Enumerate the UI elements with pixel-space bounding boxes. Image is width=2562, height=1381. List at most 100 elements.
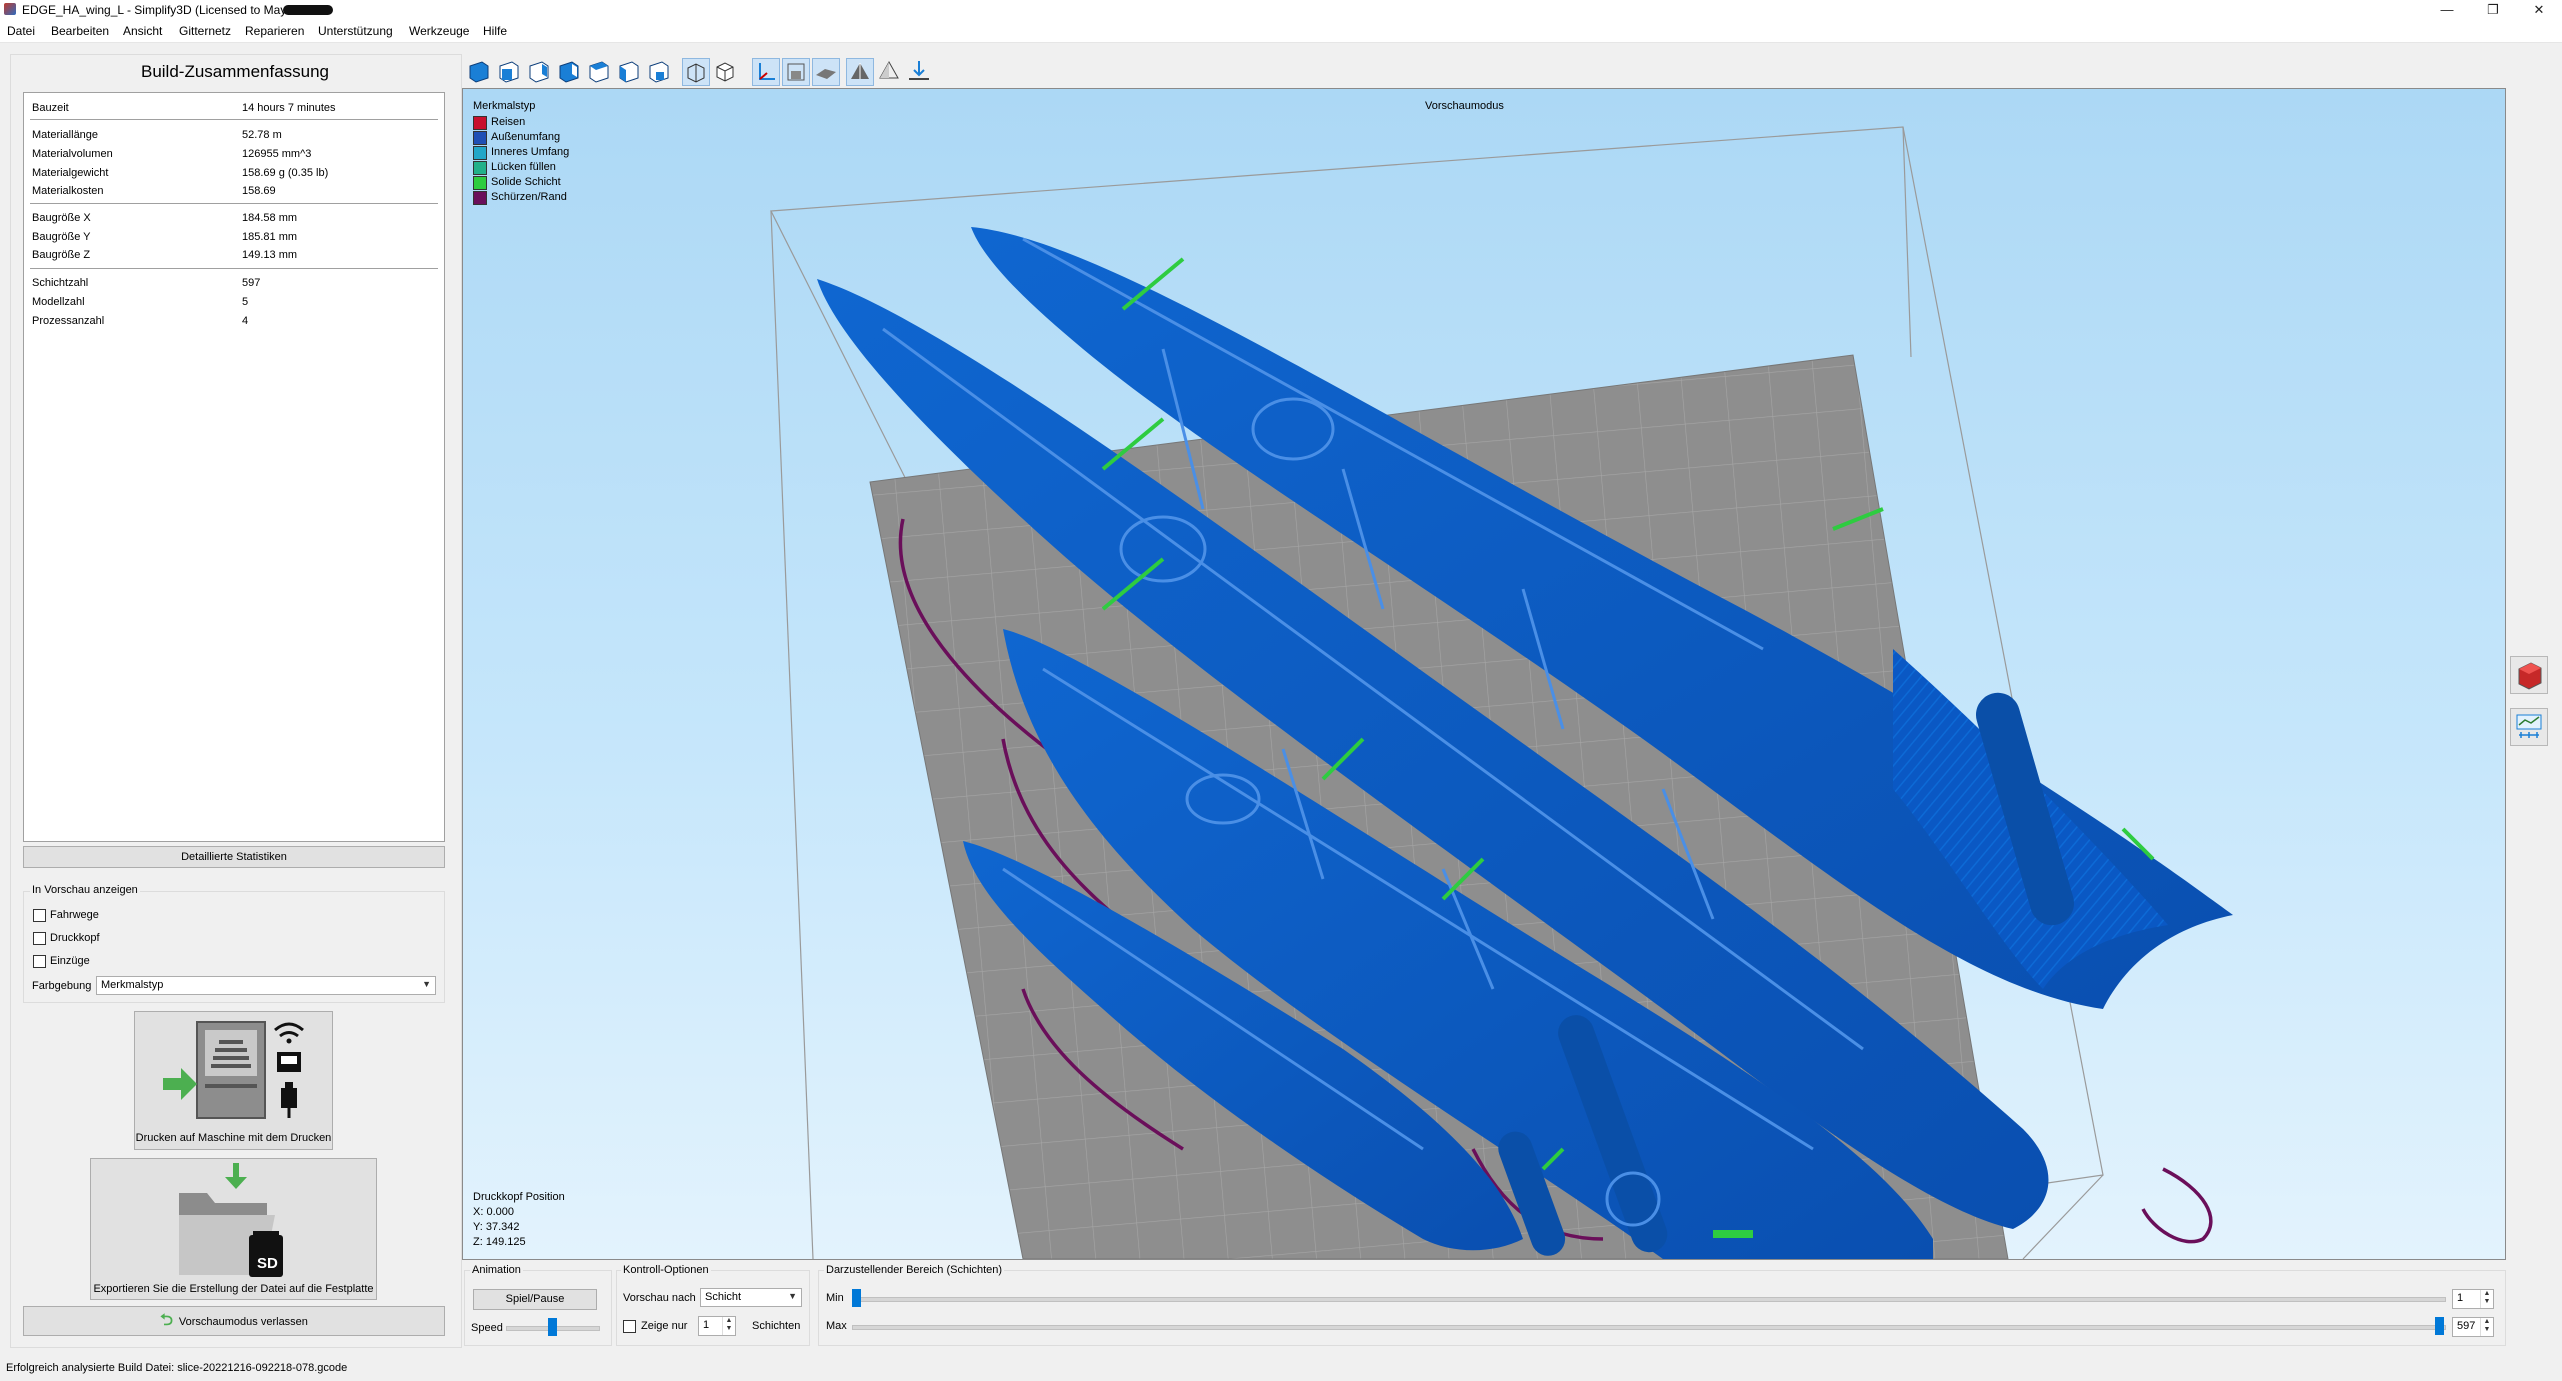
fahrwege-checkbox[interactable]: [33, 909, 46, 922]
build-volume-toggle[interactable]: [782, 58, 810, 86]
max-layer-spinner[interactable]: 597 ▲ ▼: [2452, 1317, 2494, 1337]
view-left-icon[interactable]: [556, 58, 582, 84]
stat-label: Materialvolumen: [32, 148, 113, 160]
view-right-icon[interactable]: [586, 58, 612, 84]
legend-item: Reisen: [491, 116, 526, 128]
sd-card-label: SD: [257, 1255, 278, 1272]
menu-hilfe[interactable]: Hilfe: [483, 24, 507, 38]
stat-value: 126955 mm^3: [242, 148, 312, 160]
status-bar: Erfolgreich analysierte Build Datei: sli…: [0, 1357, 2562, 1381]
simplify3d-logo-icon: [4, 3, 16, 15]
stat-value: 185.81 mm: [242, 231, 298, 243]
stat-value: 14 hours 7 minutes: [242, 102, 336, 114]
show-only-label: Zeige nur: [641, 1320, 688, 1332]
perspective-toggle[interactable]: [682, 58, 710, 86]
legend-swatch: [473, 146, 487, 160]
spinner-arrows-icon[interactable]: ▲ ▼: [722, 1317, 735, 1335]
head-position-z: Z: 149.125: [473, 1236, 526, 1248]
stat-label: Modellzahl: [32, 296, 85, 308]
print-on-machine-button[interactable]: Drucken auf Maschine mit dem Drucken: [134, 1011, 333, 1150]
divider: [30, 203, 438, 204]
cross-section-icon[interactable]: [876, 58, 902, 84]
menu-ansicht[interactable]: Ansicht: [123, 24, 162, 38]
speed-slider-thumb[interactable]: [548, 1318, 557, 1336]
menu-bearbeiten[interactable]: Bearbeiten: [51, 24, 109, 38]
summary-title: Build-Zusammenfassung: [140, 62, 330, 81]
filament-cube-button[interactable]: [2510, 656, 2548, 694]
close-button[interactable]: ✕: [2516, 0, 2562, 20]
graph-tool-button[interactable]: [2510, 708, 2548, 746]
stat-label: Materialkosten: [32, 185, 104, 197]
play-pause-button[interactable]: Spiel/Pause: [473, 1289, 597, 1310]
druckkopf-checkbox[interactable]: [33, 932, 46, 945]
color-mode-select[interactable]: Merkmalstyp ▼: [96, 976, 436, 995]
view-front-icon[interactable]: [496, 58, 522, 84]
maximize-button[interactable]: ❐: [2470, 0, 2516, 20]
exit-preview-button[interactable]: ⮌ Vorschaumodus verlassen: [23, 1306, 445, 1336]
menu-gitternetz[interactable]: Gitternetz: [179, 24, 231, 38]
build-volume-icon: [787, 63, 805, 81]
status-text: Erfolgreich analysierte Build Datei: sli…: [6, 1362, 348, 1374]
minimize-button[interactable]: —: [2424, 0, 2470, 20]
graph-tool-icon: [2516, 714, 2542, 738]
stat-label: Prozessanzahl: [32, 315, 105, 327]
spinner-arrows-icon[interactable]: ▲ ▼: [2480, 1318, 2493, 1336]
einzuege-checkbox[interactable]: [33, 955, 46, 968]
view-top-icon[interactable]: [616, 58, 642, 84]
min-layer-spinner[interactable]: 1 ▲ ▼: [2452, 1289, 2494, 1309]
divider: [30, 119, 438, 120]
chevron-down-icon: ▼: [788, 1291, 797, 1301]
legend-swatch: [473, 191, 487, 205]
view-back-icon[interactable]: [526, 58, 552, 84]
min-layer-slider-track[interactable]: [852, 1297, 2446, 1302]
folder-sd-icon: [179, 1163, 283, 1277]
preview-by-select[interactable]: Schicht ▼: [700, 1288, 802, 1307]
layer-range-group: [818, 1270, 2506, 1346]
max-layer-slider-thumb[interactable]: [2435, 1317, 2444, 1335]
color-mode-value: Merkmalstyp: [101, 979, 164, 991]
place-on-bed-icon[interactable]: [906, 58, 932, 84]
max-layer-slider-track[interactable]: [852, 1325, 2446, 1330]
stat-value: 597: [242, 277, 261, 289]
gcode-preview-render: [770, 126, 2233, 1259]
ortho-cube-icon[interactable]: [712, 58, 738, 84]
detailed-stats-button[interactable]: Detaillierte Statistiken: [23, 846, 445, 868]
animation-title: Animation: [470, 1264, 523, 1276]
view-iso-icon[interactable]: [466, 58, 492, 84]
min-layer-slider-thumb[interactable]: [852, 1289, 861, 1307]
menu-reparieren[interactable]: Reparieren: [245, 24, 304, 38]
head-position-x: X: 0.000: [473, 1206, 514, 1218]
legend-swatch: [473, 131, 487, 145]
stat-label: Materialgewicht: [32, 167, 109, 179]
export-file-button[interactable]: SD Exportieren Sie die Erstellung der Da…: [90, 1158, 377, 1300]
stat-value: 158.69: [242, 185, 276, 197]
preview-viewport[interactable]: Vorschaumodus Merkmalstyp Reisen Außenum…: [462, 88, 2506, 1260]
menu-werkzeuge[interactable]: Werkzeuge: [409, 24, 469, 38]
head-position-y: Y: 37.342: [473, 1221, 520, 1233]
chevron-down-icon: ▼: [422, 979, 431, 989]
menu-bar: Datei Bearbeiten Ansicht Gitternetz Repa…: [0, 20, 2562, 43]
title-bar: EDGE_HA_wing_L - Simplify3D (Licensed to…: [0, 0, 2562, 20]
druckkopf-label: Druckkopf: [50, 932, 100, 944]
legend-item: Lücken füllen: [491, 161, 556, 173]
legend-item: Schürzen/Rand: [491, 191, 567, 203]
menu-unterstuetzung[interactable]: Unterstützung: [318, 24, 393, 38]
legend-item: Außenumfang: [491, 131, 561, 143]
show-only-checkbox[interactable]: [623, 1320, 636, 1333]
spinner-arrows-icon[interactable]: ▲ ▼: [2480, 1290, 2493, 1308]
menu-datei[interactable]: Datei: [7, 24, 35, 38]
show-only-value: 1: [703, 1319, 710, 1331]
show-only-spinner[interactable]: 1 ▲ ▼: [698, 1316, 736, 1336]
layers-label: Schichten: [752, 1320, 801, 1332]
preview-by-value: Schicht: [705, 1291, 742, 1303]
stat-label: Materiallänge: [32, 129, 99, 141]
axes-toggle[interactable]: [752, 58, 780, 86]
bed-icon: [816, 69, 836, 79]
stat-label: Baugröße X: [32, 212, 91, 224]
section-view-toggle[interactable]: [846, 58, 874, 86]
legend-swatch: [473, 176, 487, 190]
stat-value: 5: [242, 296, 249, 308]
view-bottom-icon[interactable]: [646, 58, 672, 84]
bed-toggle[interactable]: [812, 58, 840, 86]
min-label: Min: [826, 1292, 844, 1304]
